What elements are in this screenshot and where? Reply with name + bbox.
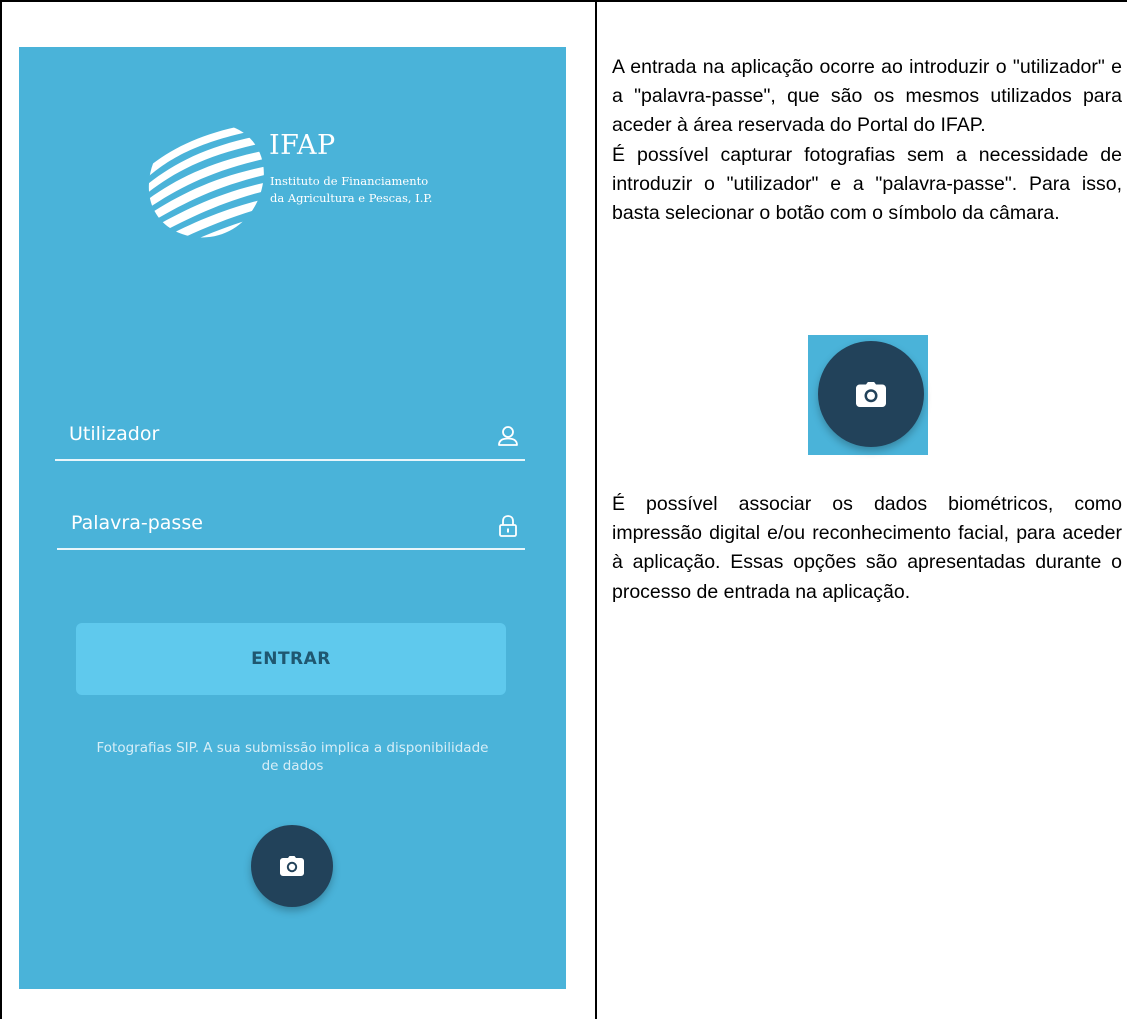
camera-fab-image bbox=[818, 341, 924, 447]
user-icon bbox=[498, 426, 518, 446]
logo-title: IFAP bbox=[269, 130, 336, 161]
camera-icon bbox=[856, 381, 886, 407]
logo-subtitle-line1: Instituto de Financiamento bbox=[270, 174, 429, 188]
instructions-block-2: É possível associar os dados biométricos… bbox=[612, 490, 1122, 607]
username-label: Utilizador bbox=[69, 423, 160, 445]
photo-notice: Fotografias SIP. A sua submissão implica… bbox=[19, 739, 566, 775]
ifap-logo-icon bbox=[148, 124, 264, 238]
lock-icon bbox=[499, 515, 517, 537]
password-label: Palavra-passe bbox=[71, 512, 203, 534]
instruction-paragraph-3: É possível associar os dados biométricos… bbox=[612, 493, 1122, 603]
camera-button[interactable] bbox=[251, 825, 333, 907]
instruction-paragraph-2: É possível capturar fotografias sem a ne… bbox=[612, 143, 1122, 225]
password-field[interactable]: Palavra-passe bbox=[57, 502, 525, 550]
app-login-screenshot: IFAP Instituto de Financiamento da Agric… bbox=[19, 47, 566, 989]
enter-button-label: ENTRAR bbox=[251, 649, 331, 669]
camera-icon bbox=[280, 856, 304, 876]
instruction-paragraph-1: A entrada na aplicação ocorre ao introdu… bbox=[612, 56, 1122, 137]
photo-notice-line1: Fotografias SIP. A sua submissão implica… bbox=[96, 740, 489, 756]
photo-notice-line2: de dados bbox=[261, 758, 324, 774]
instructions-block-1: A entrada na aplicação ocorre ao introdu… bbox=[612, 53, 1122, 228]
camera-button-illustration bbox=[808, 335, 928, 455]
column-divider bbox=[595, 0, 597, 1019]
username-field[interactable]: Utilizador bbox=[55, 413, 525, 461]
enter-button[interactable]: ENTRAR bbox=[76, 623, 506, 695]
logo-subtitle-line2: da Agricultura e Pescas, I.P. bbox=[270, 191, 433, 205]
